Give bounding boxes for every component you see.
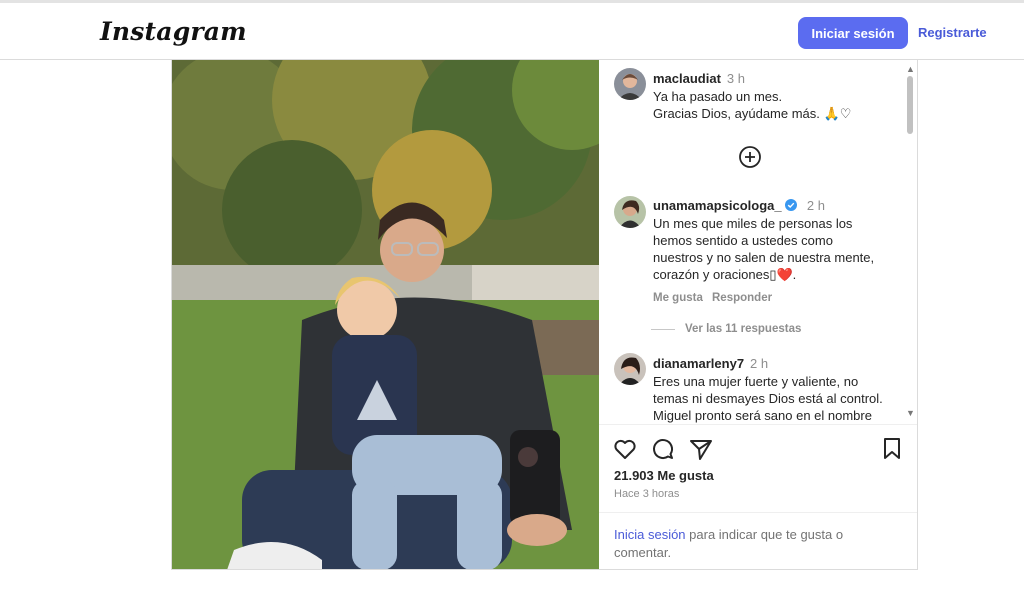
login-button[interactable]: Iniciar sesión bbox=[798, 17, 908, 49]
top-bar: Instagram Iniciar sesión Registrarte bbox=[0, 0, 1024, 60]
comments-scrollbar[interactable]: ▲ ▼ bbox=[906, 64, 915, 420]
comment-time: 2 h bbox=[806, 198, 825, 213]
view-replies-button[interactable]: Ver las 11 respuestas bbox=[685, 323, 801, 335]
login-prompt: Inicia sesión para indicar que te gusta … bbox=[614, 526, 894, 562]
comment-time: 2 h bbox=[750, 356, 769, 371]
avatar-image bbox=[619, 357, 641, 385]
comment-username[interactable]: maclaudiat 3 h bbox=[653, 71, 745, 86]
scroll-up-arrow-icon[interactable]: ▲ bbox=[906, 64, 915, 74]
instagram-logo[interactable]: Instagram bbox=[100, 17, 247, 46]
load-more-comments-icon[interactable] bbox=[739, 146, 761, 168]
post-photo[interactable] bbox=[172, 60, 599, 569]
scroll-down-arrow-icon[interactable]: ▼ bbox=[906, 408, 915, 418]
comment-bubble-icon[interactable] bbox=[650, 436, 676, 462]
share-send-icon[interactable] bbox=[688, 436, 714, 462]
post-container: maclaudiat 3 h Ya ha pasado un mes. Graci… bbox=[171, 60, 918, 570]
avatar-image bbox=[619, 200, 641, 228]
like-heart-icon[interactable] bbox=[612, 436, 638, 462]
comment-reply-button[interactable]: Responder bbox=[712, 292, 772, 304]
comment-like-button[interactable]: Me gusta bbox=[653, 292, 703, 304]
comment-text: Eres una mujer fuerte y valiente, no tem… bbox=[653, 374, 883, 423]
footer-separator bbox=[599, 512, 917, 513]
post-timestamp: Hace 3 horas bbox=[614, 488, 680, 500]
photo-illustration bbox=[172, 60, 599, 569]
comment-time: 3 h bbox=[726, 71, 745, 86]
replies-divider bbox=[651, 329, 675, 330]
actions-separator bbox=[599, 424, 917, 425]
avatar[interactable] bbox=[614, 68, 646, 100]
avatar[interactable] bbox=[614, 196, 646, 228]
verified-badge-icon bbox=[785, 199, 798, 211]
avatar-image bbox=[618, 74, 642, 100]
comment-username[interactable]: dianamarleny7 2 h bbox=[653, 356, 768, 371]
comment-text: Ya ha pasado un mes. Gracias Dios, ayúda… bbox=[653, 89, 852, 121]
login-link[interactable]: Inicia sesión bbox=[614, 527, 686, 542]
save-bookmark-icon[interactable] bbox=[879, 436, 905, 462]
avatar[interactable] bbox=[614, 353, 646, 385]
register-link[interactable]: Registrarte bbox=[918, 25, 987, 40]
scrollbar-thumb[interactable] bbox=[907, 76, 913, 134]
comment-username[interactable]: unamamapsicologa_ 2 h bbox=[653, 198, 825, 213]
comment-text: Un mes que miles de personas los hemos s… bbox=[653, 216, 875, 282]
likes-count[interactable]: 21.903 Me gusta bbox=[614, 468, 714, 483]
post-sidebar: maclaudiat 3 h Ya ha pasado un mes. Graci… bbox=[599, 60, 917, 569]
comments-list[interactable]: maclaudiat 3 h Ya ha pasado un mes. Graci… bbox=[599, 60, 899, 424]
